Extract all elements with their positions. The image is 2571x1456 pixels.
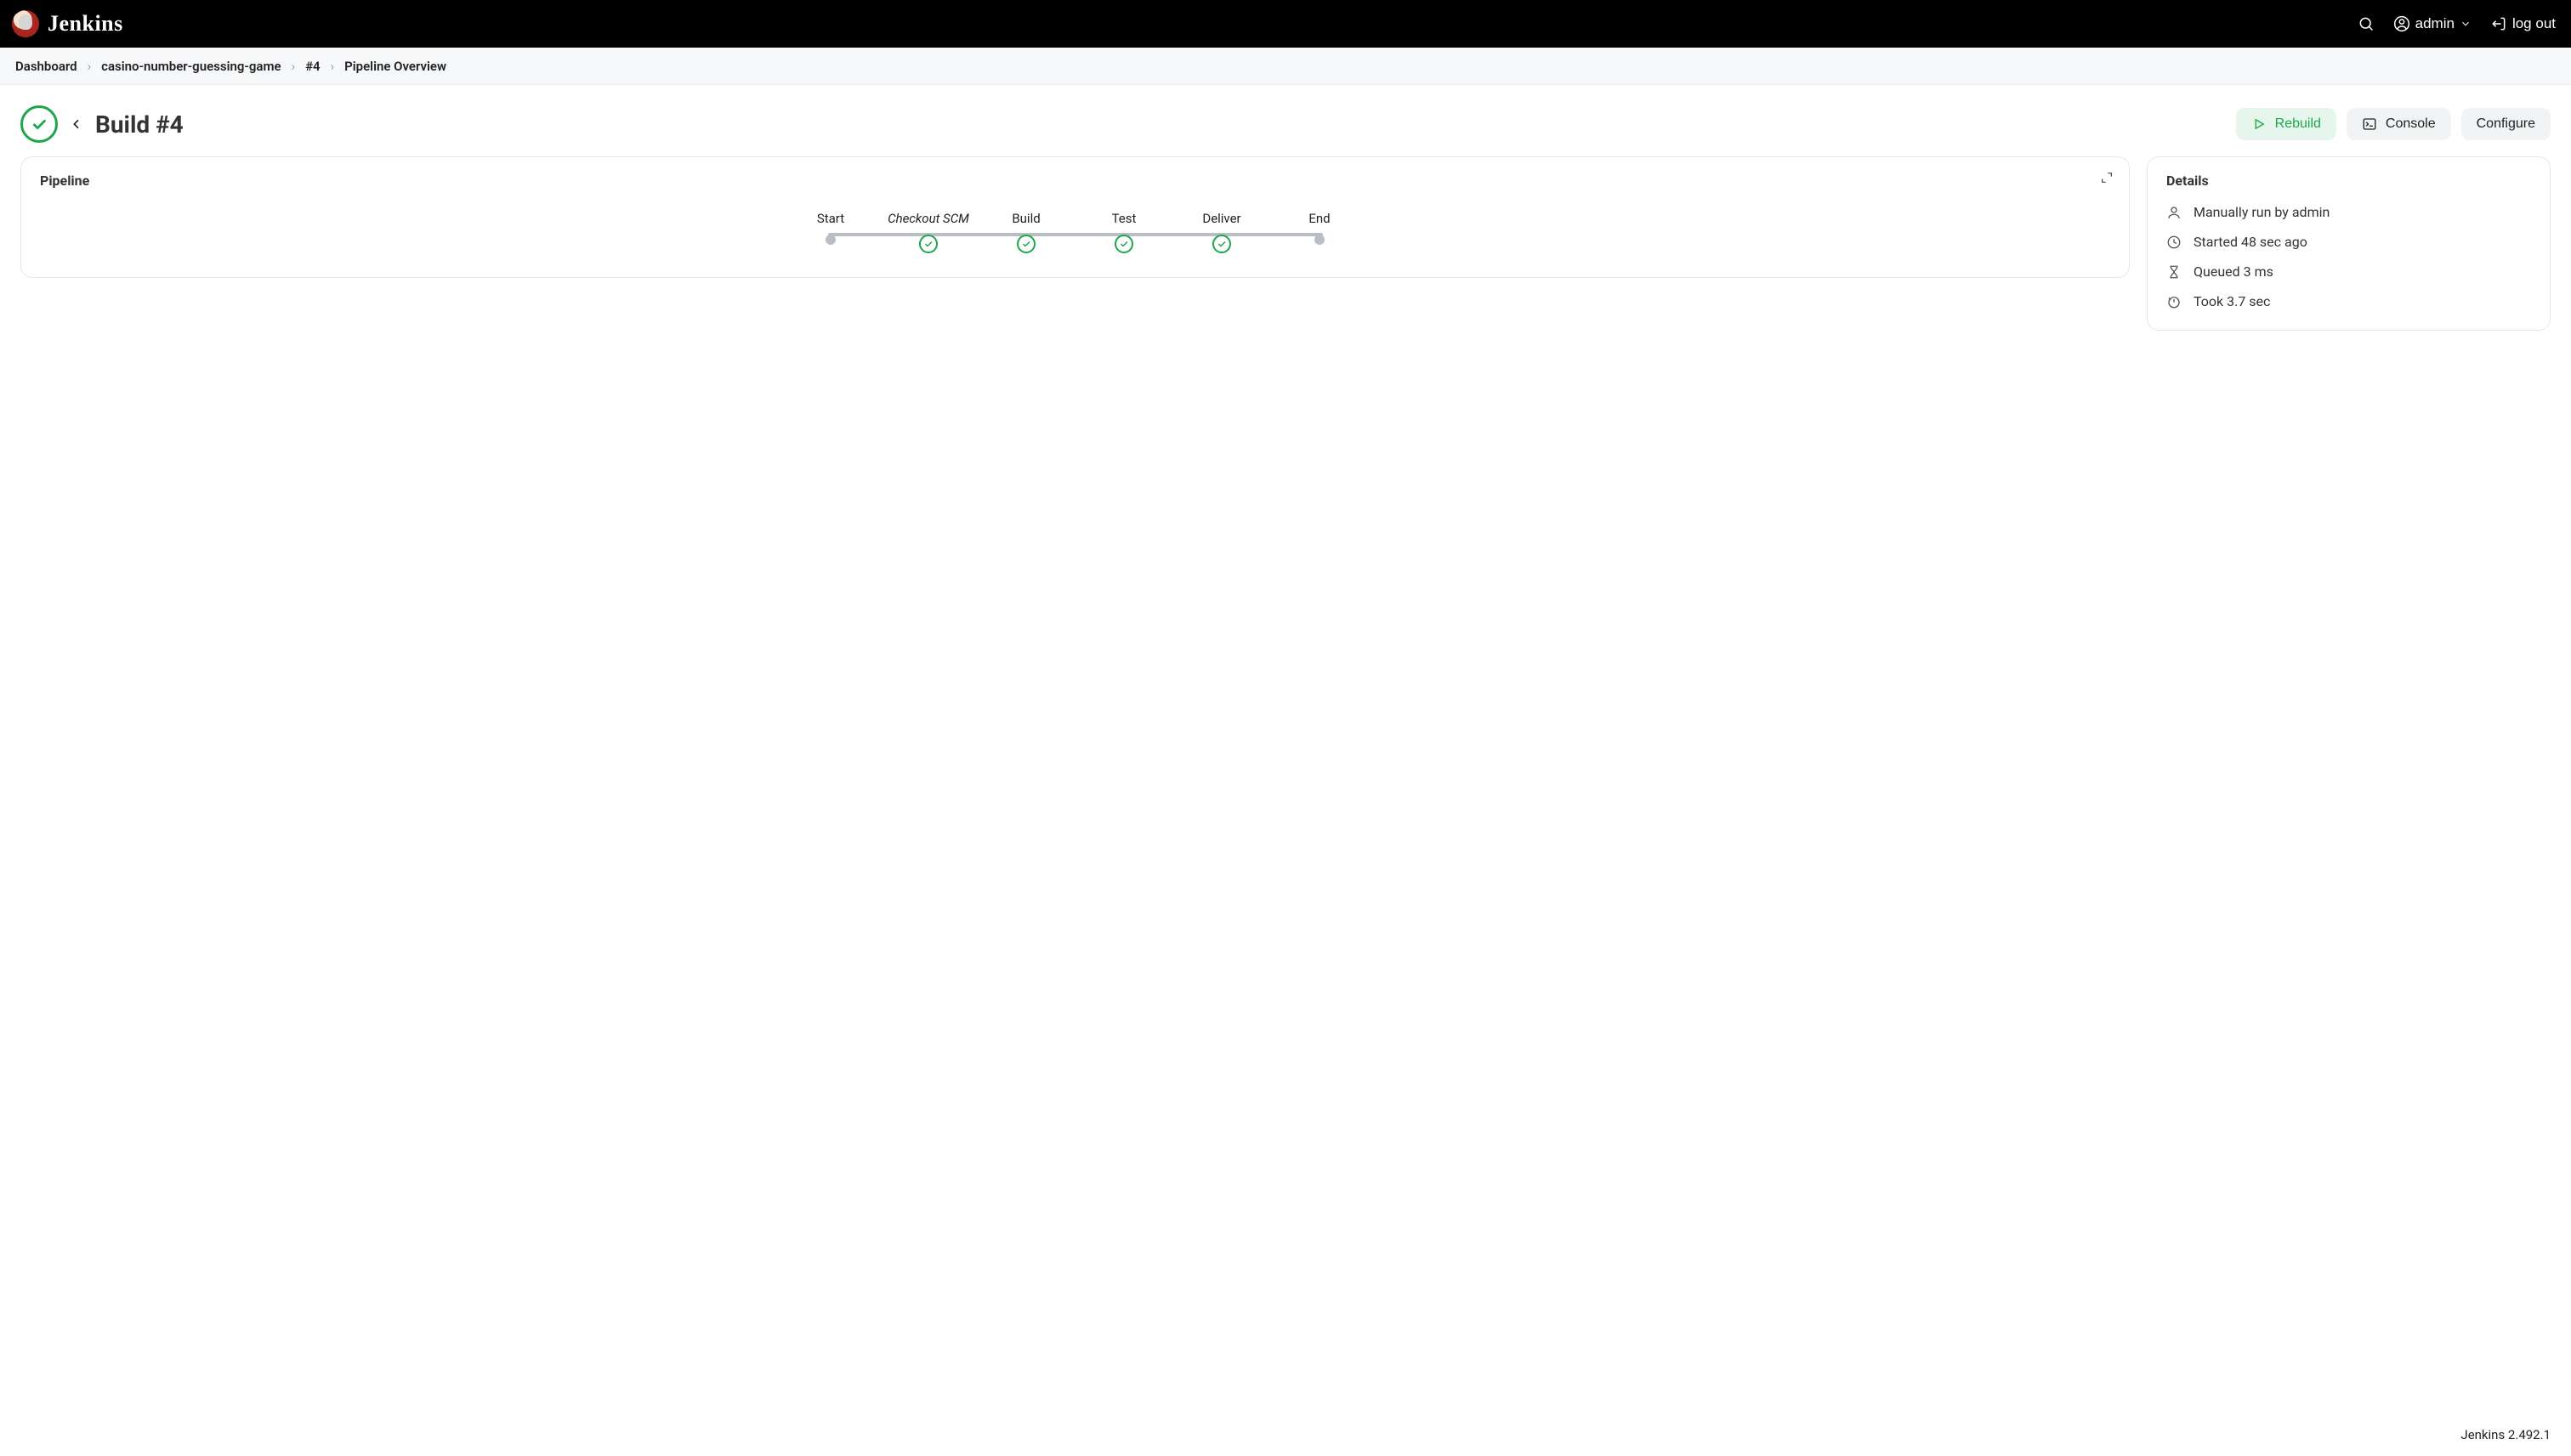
- detail-took: Took 3.7 sec: [2166, 293, 2531, 309]
- stage-label: Deliver: [1202, 211, 1240, 226]
- brand-name: Jenkins: [48, 11, 123, 37]
- stage-dot-icon: [1314, 235, 1325, 245]
- brand[interactable]: Jenkins: [12, 10, 123, 37]
- content-cards: Pipeline Start Checkout SCM Build Test Deliv…: [0, 156, 2571, 331]
- clock-icon: [2166, 235, 2182, 250]
- detail-started-text: Started 48 sec ago: [2194, 234, 2307, 250]
- detail-run-by: Manually run by admin: [2166, 204, 2531, 220]
- pipeline-card: Pipeline Start Checkout SCM Build Test Deliv…: [20, 156, 2130, 278]
- stage-success-icon: [1115, 235, 1133, 253]
- configure-label: Configure: [2477, 116, 2535, 132]
- user-icon: [2166, 205, 2182, 220]
- detail-took-text: Took 3.7 sec: [2194, 293, 2270, 309]
- pipeline-stage[interactable]: Deliver: [1173, 211, 1271, 253]
- page-header: Build #4 Rebuild Console Configure: [0, 85, 2571, 156]
- stopwatch-icon: [2166, 294, 2182, 309]
- chevron-right-icon: ›: [292, 59, 296, 74]
- stage-success-icon: [1212, 235, 1231, 253]
- console-button[interactable]: Console: [2347, 108, 2451, 140]
- build-status-success-icon: [20, 105, 58, 143]
- pipeline-heading: Pipeline: [40, 173, 2110, 189]
- logout-button[interactable]: log out: [2490, 15, 2556, 32]
- detail-queued: Queued 3 ms: [2166, 263, 2531, 280]
- play-icon: [2251, 116, 2267, 132]
- expand-button[interactable]: [2100, 171, 2114, 188]
- hourglass-icon: [2166, 264, 2182, 280]
- page-title: Build #4: [95, 110, 184, 139]
- details-heading: Details: [2166, 173, 2531, 189]
- user-circle-icon: [2393, 15, 2410, 32]
- stage-label: Start: [817, 211, 844, 226]
- stage-dot-icon: [826, 235, 836, 245]
- stage-label: End: [1308, 211, 1330, 226]
- chevron-left-icon: [70, 115, 83, 133]
- user-menu[interactable]: admin: [2393, 15, 2472, 32]
- detail-run-by-text: Manually run by admin: [2194, 204, 2330, 220]
- rebuild-label: Rebuild: [2275, 116, 2321, 132]
- configure-button[interactable]: Configure: [2461, 108, 2551, 140]
- jenkins-logo-icon: [12, 10, 39, 37]
- stage-label: Build: [1012, 211, 1040, 226]
- search-icon: [2358, 15, 2375, 32]
- logout-icon: [2490, 15, 2507, 32]
- stage-label: Test: [1112, 211, 1137, 226]
- stage-label: Checkout SCM: [888, 211, 969, 226]
- chevron-right-icon: ›: [331, 59, 335, 74]
- crumb-build[interactable]: #4: [305, 59, 321, 74]
- crumb-job[interactable]: casino-number-guessing-game: [101, 59, 281, 74]
- rebuild-button[interactable]: Rebuild: [2236, 108, 2336, 140]
- pipeline-stage[interactable]: Test: [1076, 211, 1173, 253]
- chevron-down-icon: [2460, 18, 2472, 30]
- header-right: admin log out: [2358, 15, 2556, 32]
- footer-version: Jenkins 2.492.1: [2440, 1414, 2571, 1456]
- crumb-dashboard[interactable]: Dashboard: [15, 59, 77, 74]
- stage-success-icon: [1017, 235, 1036, 253]
- back-button[interactable]: [70, 115, 83, 133]
- logout-label: log out: [2512, 15, 2556, 32]
- user-name: admin: [2415, 15, 2455, 32]
- pipeline-stage: End: [1271, 211, 1369, 245]
- chevron-right-icon: ›: [88, 59, 92, 74]
- breadcrumb: Dashboard › casino-number-guessing-game …: [0, 48, 2571, 85]
- page-header-left: Build #4: [20, 105, 184, 143]
- detail-started: Started 48 sec ago: [2166, 234, 2531, 250]
- details-card: Details Manually run by admin Started 48…: [2147, 156, 2551, 331]
- stage-success-icon: [919, 235, 938, 253]
- search-button[interactable]: [2358, 15, 2375, 32]
- pipeline-stage[interactable]: Checkout SCM: [880, 211, 978, 253]
- terminal-icon: [2362, 116, 2377, 132]
- details-list: Manually run by admin Started 48 sec ago…: [2166, 204, 2531, 309]
- pipeline-stage[interactable]: Build: [978, 211, 1076, 253]
- app-header: Jenkins admin log out: [0, 0, 2571, 48]
- detail-queued-text: Queued 3 ms: [2194, 263, 2273, 280]
- pipeline-graph: Start Checkout SCM Build Test Deliver End: [782, 204, 1369, 257]
- crumb-current[interactable]: Pipeline Overview: [344, 59, 446, 74]
- page-actions: Rebuild Console Configure: [2236, 108, 2551, 140]
- pipeline-stage: Start: [782, 211, 880, 245]
- expand-icon: [2100, 171, 2114, 184]
- console-label: Console: [2386, 116, 2436, 132]
